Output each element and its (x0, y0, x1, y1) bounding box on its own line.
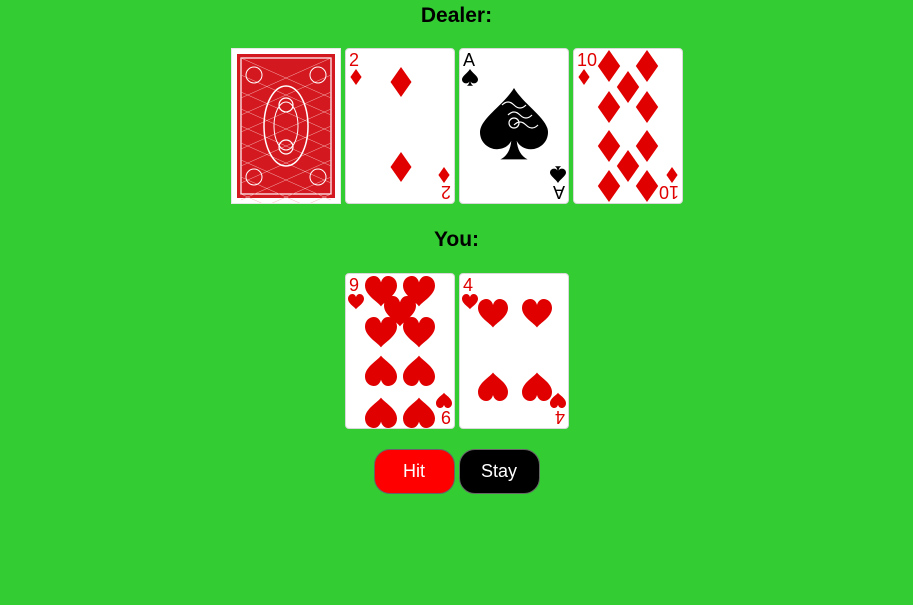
heart-icon (364, 317, 397, 348)
playing-card: 10 10 (572, 48, 683, 204)
card-rank-top: 9 (349, 275, 359, 295)
action-controls: Hit Stay (0, 449, 913, 494)
heart-icon (477, 372, 508, 401)
card-rank-top: 4 (463, 275, 473, 295)
card-corner-suit-icon (461, 69, 478, 86)
heart-icon (364, 355, 397, 386)
card-corner-suit-icon (347, 294, 364, 310)
card-corner-suit-icon (461, 294, 478, 310)
card-face-art: 44 (461, 275, 566, 427)
dealer-heading: Dealer: (420, 4, 493, 27)
heart-icon (521, 299, 552, 328)
card-face-down (230, 48, 341, 204)
playing-card: AA (458, 48, 569, 204)
diamond-icon (597, 50, 620, 82)
diamond-icon (635, 170, 658, 202)
diamond-icon (597, 91, 620, 123)
diamond-icon (597, 170, 620, 202)
card-rank-top: 10 (577, 50, 597, 70)
diamond-icon (390, 67, 411, 97)
card-corner-suit-icon (349, 69, 362, 85)
spade-icon (479, 88, 548, 160)
card-corner-suit-icon (437, 167, 450, 183)
card-face-art: 10 10 (577, 50, 679, 202)
player-hand: 9944 (0, 273, 913, 429)
playing-card: 22 (344, 48, 455, 204)
heart-icon (402, 397, 435, 428)
stay-button[interactable]: Stay (458, 449, 540, 494)
diamond-icon (616, 71, 639, 103)
card-rank-bottom: 9 (440, 407, 450, 427)
heart-icon (364, 397, 397, 428)
diamond-icon (635, 50, 658, 82)
card-rank-bottom: 4 (554, 407, 564, 427)
heart-icon (477, 299, 508, 328)
diamond-icon (616, 150, 639, 182)
heart-icon (521, 372, 552, 401)
diamond-icon (635, 91, 658, 123)
card-corner-suit-icon (577, 69, 590, 85)
diamond-icon (390, 152, 411, 182)
playing-card: 99 (344, 273, 455, 429)
hit-button[interactable]: Hit (373, 449, 455, 494)
card-rank-bottom: 10 (658, 182, 678, 202)
diamond-icon (597, 130, 620, 162)
heart-icon (402, 317, 435, 348)
playing-card: 44 (458, 273, 569, 429)
card-corner-suit-icon (435, 392, 452, 408)
dealer-hand: 2 2 A A 10 10 (0, 48, 913, 204)
player-heading: You: (433, 228, 480, 251)
card-corner-suit-icon (665, 167, 678, 183)
card-rank-bottom: 2 (440, 182, 450, 202)
card-rank-top: A (463, 50, 475, 70)
diamond-icon (635, 130, 658, 162)
card-corner-suit-icon (549, 166, 566, 183)
card-face-art: 22 (349, 50, 451, 202)
card-face-art: AA (461, 50, 566, 202)
card-back-art (236, 54, 335, 203)
heart-icon (402, 355, 435, 386)
card-face-art: 99 (347, 275, 452, 428)
card-corner-suit-icon (549, 392, 566, 408)
card-rank-top: 2 (349, 50, 359, 70)
card-rank-bottom: A (552, 182, 564, 202)
